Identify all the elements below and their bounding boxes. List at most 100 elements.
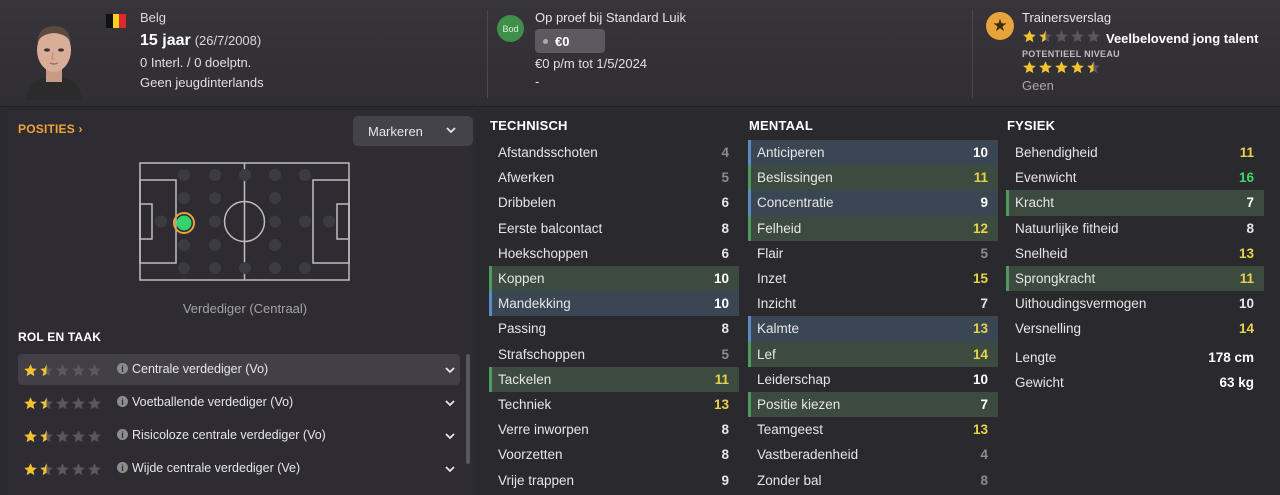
info-icon[interactable]: i [117,363,128,374]
attribute-row[interactable]: Vrije trappen 9 [489,467,739,492]
attribute-row[interactable]: Inzicht 7 [748,291,998,316]
chevron-down-icon[interactable] [444,431,456,441]
role-label: Centrale verdediger (Vo) [132,362,269,376]
attribute-row[interactable]: Eerste balcontact 8 [489,216,739,241]
attribute-row[interactable]: Zonder bal 8 [748,467,998,492]
attribute-name: Concentratie [757,195,834,211]
attribute-name: Uithoudingsvermogen [1015,296,1147,312]
attribute-row[interactable]: Behendigheid 11 [1006,140,1264,165]
attribute-name: Vastberadenheid [757,447,859,463]
attribute-row[interactable]: Concentratie 9 [748,190,998,216]
attribute-row[interactable]: Voorzetten 8 [489,442,739,467]
attribute-row[interactable]: Evenwicht 16 [1006,165,1264,190]
mark-button[interactable]: Markeren [353,116,473,146]
attribute-row[interactable]: Strafschoppen 5 [489,342,739,367]
attribute-row[interactable]: Hoekschoppen 6 [489,241,739,266]
attribute-name: Leiderschap [757,371,831,387]
attribute-value: 11 [1239,145,1254,161]
info-name: Gewicht [1015,374,1064,390]
attribute-value: 11 [714,371,729,387]
attribute-row[interactable]: Snelheid 13 [1006,241,1264,266]
attribute-row[interactable]: Kalmte 13 [748,316,998,342]
attribute-value: 10 [972,371,988,387]
attribute-row[interactable]: Leiderschap 10 [748,367,998,392]
attribute-value: 4 [721,145,729,161]
attribute-name: Koppen [498,271,545,287]
role-rating-stars [23,363,102,378]
birthdate: (26/7/2008) [194,33,262,48]
attribute-row[interactable]: Inzet 15 [748,266,998,291]
chevron-down-icon[interactable] [444,365,456,375]
star-icon [1039,61,1052,74]
star-icon [24,430,37,443]
star-icon [1039,30,1052,43]
roles-scrollbar[interactable] [466,354,470,464]
attribute-value: 8 [721,447,729,463]
nationality[interactable]: Belg [140,10,166,25]
role-rating-stars [23,396,102,411]
attribute-row[interactable]: Kracht 7 [1006,190,1264,216]
attribute-row[interactable]: Anticiperen 10 [748,140,998,166]
role-row[interactable]: i Voetballende verdediger (Vo) [18,387,460,418]
chevron-down-icon[interactable] [444,464,456,474]
star-icon [24,397,37,410]
role-row[interactable]: i Centrale verdediger (Vo) [18,354,460,385]
youth-caps: Geen jeugdinterlands [140,75,264,90]
position-pitch[interactable] [139,162,350,281]
attribute-row[interactable]: Dribbelen 6 [489,190,739,215]
attribute-row[interactable]: Mandekking 10 [489,291,739,317]
attribute-value: 5 [980,245,988,261]
role-row[interactable]: i Wijde centrale verdediger (Ve) [18,453,460,484]
current-ability-stars [1022,29,1101,44]
info-icon[interactable]: i [117,462,128,473]
attribute-row[interactable]: Sprongkracht 11 [1006,265,1264,292]
attribute-name: Beslissingen [757,170,833,186]
tag-hole-icon [543,38,548,44]
attribute-name: Voorzetten [498,447,563,463]
attribute-row[interactable]: Felheid 12 [748,215,998,241]
attribute-name: Zonder bal [757,472,822,488]
player-avatar[interactable] [22,16,86,100]
attribute-row[interactable]: Koppen 10 [489,265,739,292]
attribute-row[interactable]: Flair 5 [748,241,998,266]
contract-status[interactable]: Op proef bij Standard Luik [535,10,686,25]
attribute-row[interactable]: Passing 8 [489,316,739,341]
attribute-row[interactable]: Vastberadenheid 4 [748,442,998,467]
attribute-row[interactable]: Techniek 13 [489,392,739,417]
physical-title: FYSIEK [1007,118,1056,133]
coach-report-title[interactable]: Trainersverslag [1022,10,1111,25]
mental-title: MENTAAL [749,118,813,133]
chevron-right-icon: › [78,122,83,136]
attribute-value: 16 [1238,170,1254,186]
attribute-row[interactable]: Lef 14 [748,341,998,367]
attribute-name: Inzicht [757,296,797,312]
wage-info: €0 p/m tot 1/5/2024 [535,56,648,71]
bid-badge[interactable]: Bod [497,15,524,42]
attribute-row[interactable]: Teamgeest 13 [748,417,998,442]
attribute-row[interactable]: Verre inworpen 8 [489,417,739,442]
star-icon [1055,61,1068,74]
attribute-row[interactable]: Tackelen 11 [489,366,739,393]
physical-info-row: Gewicht 63 kg [1006,370,1264,395]
info-icon[interactable]: i [117,396,128,407]
chevron-down-icon[interactable] [444,398,456,408]
role-row[interactable]: i Risicoloze centrale verdediger (Vo) [18,420,460,451]
attribute-name: Positie kiezen [757,396,841,412]
extra-info: - [535,74,540,89]
attribute-name: Kracht [1015,195,1055,211]
attribute-row[interactable]: Versnelling 14 [1006,316,1264,341]
attribute-name: Lef [757,346,776,362]
attribute-row[interactable]: Natuurlijke fitheid 8 [1006,216,1264,241]
attribute-row[interactable]: Beslissingen 11 [748,165,998,191]
attribute-name: Snelheid [1015,245,1068,261]
attribute-row[interactable]: Uithoudingsvermogen 10 [1006,291,1264,316]
info-icon[interactable]: i [117,429,128,440]
positions-title[interactable]: POSITIES › [18,122,83,136]
attribute-row[interactable]: Afstandsschoten 4 [489,140,739,165]
info-value: 63 kg [1219,374,1254,390]
attribute-row[interactable]: Positie kiezen 7 [748,391,998,418]
star-icon [88,397,101,410]
attribute-row[interactable]: Afwerken 5 [489,165,739,190]
attribute-name: Mandekking [498,296,571,312]
transfer-fee-tag[interactable]: €0 [535,29,605,53]
